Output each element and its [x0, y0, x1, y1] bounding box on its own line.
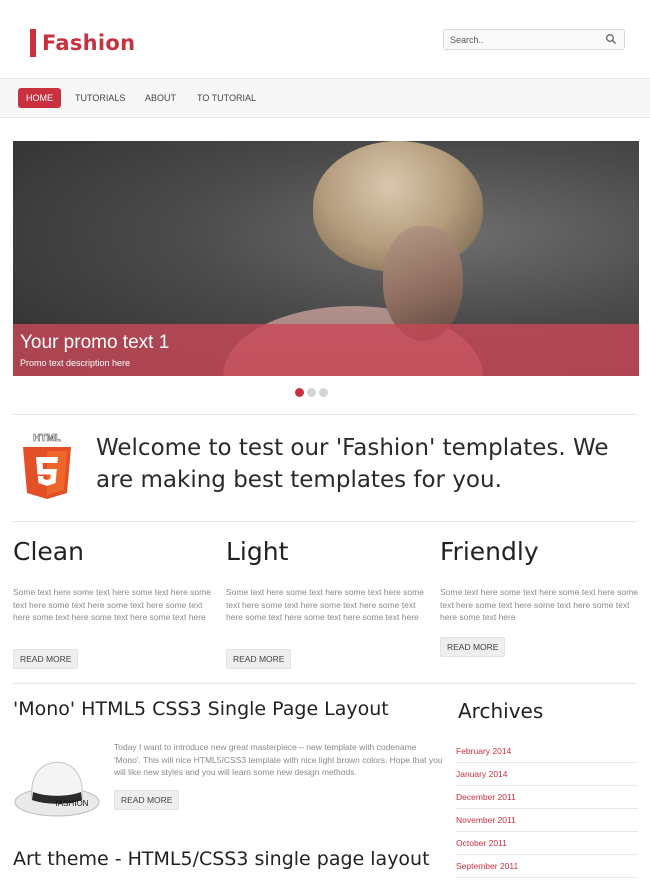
divider [13, 683, 637, 684]
promo-description: Promo text description here [20, 358, 131, 368]
read-more-button[interactable]: READ MORE [440, 637, 506, 657]
post-excerpt: Today I want to introduce new great mast… [114, 742, 443, 777]
search-icon[interactable] [605, 33, 617, 45]
read-more-button[interactable]: READ MORE [114, 790, 180, 810]
divider [13, 414, 637, 415]
promo-title: Your promo text 1 [20, 332, 170, 353]
search-input[interactable] [450, 32, 600, 48]
slider-dot-1[interactable] [295, 388, 304, 397]
nav-home[interactable]: HOME [18, 88, 61, 108]
main-nav: HOME TUTORIALS ABOUT TO TUTORIAL [0, 78, 650, 118]
divider [13, 521, 637, 522]
logo-text: Fashion [42, 31, 136, 55]
archive-link[interactable]: October 2011 [456, 832, 638, 855]
feature-friendly: Friendly Some text here some text here s… [440, 537, 640, 657]
slider-dot-2[interactable] [307, 388, 316, 397]
archive-link[interactable]: January 2014 [456, 763, 638, 786]
slider-dot-3[interactable] [319, 388, 328, 397]
feature-text: Some text here some text here some text … [226, 587, 424, 622]
slider-pagination [295, 388, 328, 397]
archives-list: February 2014 January 2014 December 2011… [456, 740, 638, 878]
feature-light: Light Some text here some text here some… [226, 537, 426, 669]
archives-title: Archives [458, 699, 544, 723]
header: Fashion [0, 0, 650, 78]
archive-link[interactable]: February 2014 [456, 740, 638, 763]
html5-logo-icon: HTML [23, 433, 71, 499]
archive-link[interactable]: September 2011 [456, 855, 638, 878]
read-more-button[interactable]: READ MORE [226, 649, 292, 669]
logo[interactable]: Fashion [30, 28, 135, 58]
html5-badge-text: HTML [33, 433, 61, 444]
promo-caption: Your promo text 1 Promo text description… [13, 324, 639, 376]
feature-title: Friendly [440, 537, 539, 566]
nav-to-tutorial[interactable]: TO TUTORIAL [189, 88, 264, 108]
post-title[interactable]: 'Mono' HTML5 CSS3 Single Page Layout [13, 698, 389, 720]
logo-mark [30, 29, 36, 57]
welcome-text: Welcome to test our 'Fashion' templates.… [96, 435, 609, 493]
feature-text: Some text here some text here some text … [13, 587, 211, 622]
archive-link[interactable]: November 2011 [456, 809, 638, 832]
read-more-button[interactable]: READ MORE [13, 649, 79, 669]
nav-tutorials[interactable]: TUTORIALS [67, 88, 133, 108]
feature-text: Some text here some text here some text … [440, 587, 638, 622]
hat-label: fASHION [56, 799, 89, 808]
search-box [443, 29, 625, 50]
hat-image: fASHION [14, 761, 100, 817]
archive-link[interactable]: December 2011 [456, 786, 638, 809]
nav-about[interactable]: ABOUT [137, 88, 184, 108]
post-title[interactable]: Art theme - HTML5/CSS3 single page layou… [13, 848, 430, 870]
feature-title: Light [226, 537, 289, 566]
feature-title: Clean [13, 537, 84, 566]
feature-clean: Clean Some text here some text here some… [13, 537, 213, 669]
promo-slider[interactable]: Your promo text 1 Promo text description… [13, 141, 639, 376]
